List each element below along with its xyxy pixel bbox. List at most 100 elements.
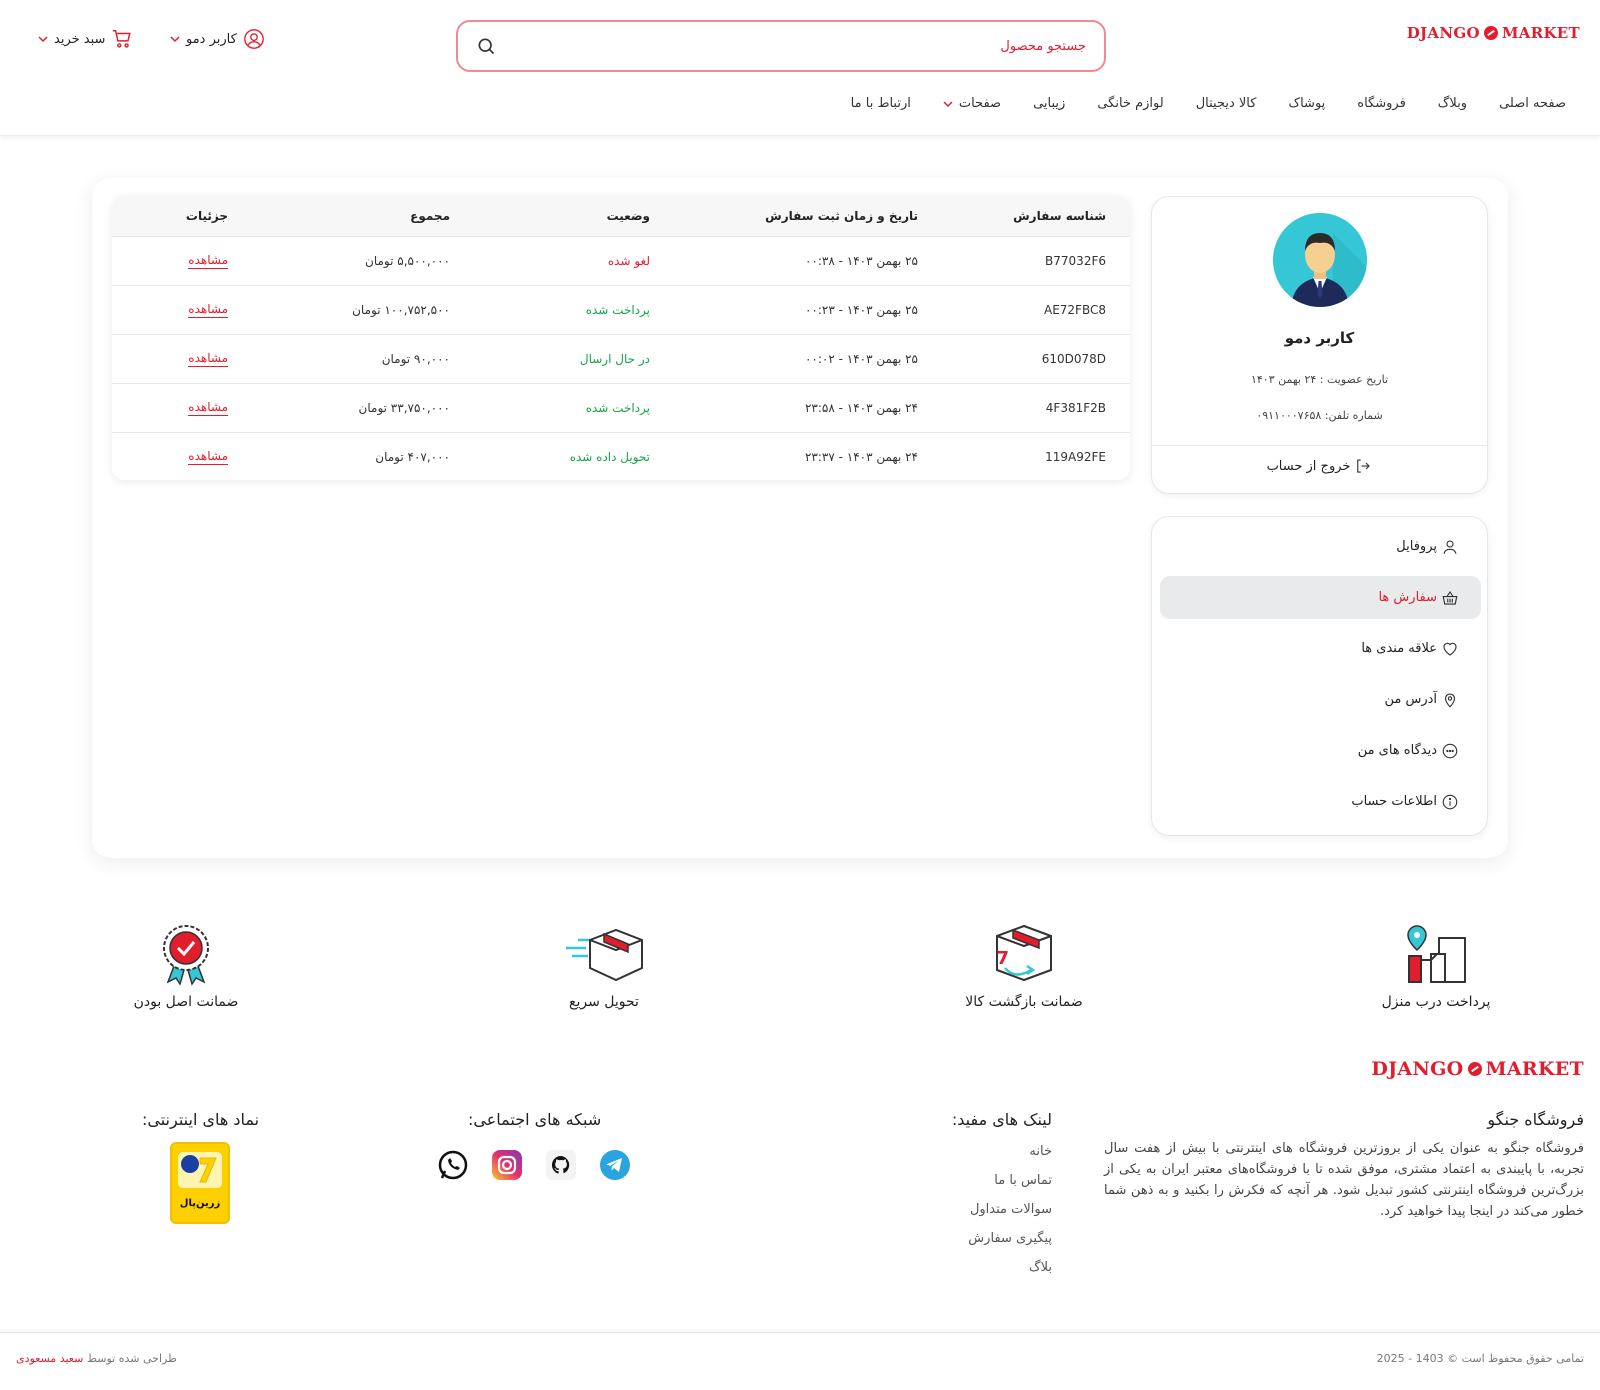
feature-label: ضمانت بازگشت کالا	[965, 994, 1083, 1010]
designer-name-link[interactable]: سعید مسعودی	[16, 1352, 83, 1365]
col-header-details: جزئیات	[185, 209, 228, 223]
logout-label: خروج از حساب	[1266, 458, 1351, 474]
comment-icon	[1442, 743, 1458, 758]
nav-item-clothing[interactable]: پوشاک	[1288, 96, 1325, 111]
order-id: B77032F6	[1045, 254, 1106, 268]
basket-icon	[1442, 590, 1458, 605]
nav-item-shop[interactable]: فروشگاه	[1357, 96, 1406, 111]
phone-number: شماره تلفن: ۰۹۱۱۰۰۰۷۶۵۸	[1256, 409, 1383, 422]
order-date: ۲۵ بهمن ۱۴۰۳ - ۰۰:۰۲	[804, 352, 918, 366]
nav-item-digital[interactable]: کالا دیجیتال	[1196, 96, 1257, 111]
col-header-date: تاریخ و زمان ثبت سفارش	[765, 209, 918, 223]
view-order-link[interactable]: مشاهده	[188, 449, 228, 466]
nav-item-pages[interactable]: صفحات	[943, 96, 1001, 111]
instagram-icon[interactable]	[490, 1148, 524, 1182]
social-title: شبکه های اجتماعی:	[468, 1110, 602, 1129]
cash-on-delivery-icon	[1407, 925, 1466, 983]
table-row: 119A92FE ۲۴ بهمن ۱۴۰۳ - ۲۳:۳۷ تحویل داده…	[112, 432, 1130, 480]
menu-item-wishlist[interactable]: علاقه مندی ها	[1160, 627, 1481, 670]
fast-delivery-icon	[566, 928, 643, 982]
order-status: لغو شده	[607, 254, 650, 268]
order-status: در حال ارسال	[579, 352, 650, 366]
user-circle-icon	[243, 29, 264, 49]
order-id: 610D078D	[1041, 352, 1106, 366]
menu-item-label: پروفایل	[1396, 539, 1437, 554]
search-placeholder: جستجو محصول	[1000, 38, 1086, 54]
order-status: پرداخت شده	[585, 303, 650, 317]
footer-link-home[interactable]: خانه	[968, 1144, 1052, 1159]
order-total: ۵,۵۰۰,۰۰۰ تومان	[365, 254, 450, 268]
menu-item-label: سفارش ها	[1378, 590, 1437, 605]
menu-item-label: اطلاعات حساب	[1351, 794, 1437, 809]
menu-item-address[interactable]: آدرس من	[1160, 678, 1481, 721]
nav-item-beauty[interactable]: زیبایی	[1033, 96, 1065, 111]
zarinpal-badge[interactable]: زرین‌پال	[170, 1142, 230, 1224]
logo-mark-icon	[1483, 26, 1498, 40]
cart-label: سبد خرید	[54, 31, 106, 47]
col-header-id: شناسه سفارش	[1013, 209, 1106, 223]
menu-item-comments[interactable]: دیدگاه های من	[1160, 729, 1481, 772]
menu-item-label: آدرس من	[1384, 692, 1437, 707]
whatsapp-icon[interactable]	[436, 1148, 470, 1182]
logout-button[interactable]: خروج از حساب	[1152, 457, 1487, 475]
chevron-down-icon	[38, 36, 48, 43]
telegram-icon[interactable]	[598, 1148, 632, 1182]
nav-item-home-appliances[interactable]: لوازم خانگی	[1097, 96, 1163, 111]
footer-link-contact[interactable]: تماس با ما	[968, 1173, 1052, 1188]
designer-credit: طراحی شده توسط سعید مسعودی	[16, 1352, 177, 1365]
feature-label: تحویل سریع	[569, 994, 639, 1010]
order-id: 4F381F2B	[1045, 401, 1106, 415]
view-order-link[interactable]: مشاهده	[188, 351, 228, 368]
footer-links: خانه تماس با ما سوالات متداول پیگیری سفا…	[968, 1144, 1052, 1275]
logo-text-left: DJANGO	[1371, 1058, 1464, 1080]
user-icon	[1443, 539, 1457, 554]
view-order-link[interactable]: مشاهده	[188, 253, 228, 270]
footer-link-faq[interactable]: سوالات متداول	[968, 1202, 1052, 1217]
footer-link-order-tracking[interactable]: پیگیری سفارش	[968, 1231, 1052, 1246]
divider	[1152, 445, 1487, 446]
nav-item-home[interactable]: صفحه اصلی	[1499, 96, 1566, 111]
menu-item-profile[interactable]: پروفایل	[1160, 525, 1481, 568]
profile-name: کاربر دمو	[1284, 329, 1355, 347]
account-menu: پروفایل سفارش ها علاقه مندی ها آدرس من د…	[1151, 516, 1488, 836]
cart-icon	[113, 30, 132, 48]
logo-mark-icon	[1467, 1062, 1482, 1076]
feature-cash-on-delivery: پرداخت درب منزل	[1346, 922, 1526, 1010]
about-title: فروشگاه جنگو	[1487, 1110, 1584, 1129]
feature-label: ضمانت اصل بودن	[133, 994, 239, 1010]
nav-item-contact[interactable]: ارتباط با ما	[851, 96, 911, 111]
footer-logo[interactable]: DJANGO MARKET	[1371, 1058, 1584, 1080]
search-icon[interactable]	[476, 36, 496, 56]
authenticity-badge-icon	[163, 925, 209, 986]
credit-prefix: طراحی شده توسط	[86, 1352, 177, 1365]
footer-link-blog[interactable]: بلاگ	[968, 1260, 1052, 1275]
view-order-link[interactable]: مشاهده	[188, 302, 228, 319]
cart-menu[interactable]: سبد خرید	[38, 28, 133, 50]
site-logo[interactable]: DJANGO MARKET	[1407, 24, 1580, 42]
menu-item-orders[interactable]: سفارش ها	[1160, 576, 1481, 619]
order-date: ۲۵ بهمن ۱۴۰۳ - ۰۰:۳۸	[804, 254, 918, 268]
nav-item-blog[interactable]: وبلاگ	[1438, 96, 1467, 111]
search-input[interactable]: جستجو محصول	[456, 20, 1106, 72]
trust-title: نماد های اینترنتی:	[142, 1110, 260, 1129]
col-header-total: مجموع	[410, 209, 450, 223]
logo-text-right: MARKET	[1485, 1058, 1584, 1080]
order-status: تحویل داده شده	[569, 450, 650, 464]
chevron-down-icon	[943, 100, 953, 107]
user-menu[interactable]: کاربر دمو	[170, 28, 265, 50]
view-order-link[interactable]: مشاهده	[188, 400, 228, 417]
social-links	[436, 1148, 632, 1182]
order-total: ۱۰۰,۷۵۲,۵۰۰ تومان	[352, 303, 450, 317]
site-header: DJANGO MARKET جستجو محصول کاربر دمو سبد …	[0, 0, 1600, 136]
table-row: B77032F6 ۲۵ بهمن ۱۴۰۳ - ۰۰:۳۸ لغو شده ۵,…	[112, 236, 1130, 285]
return-box-icon: 7	[996, 924, 1052, 982]
feature-label: پرداخت درب منزل	[1381, 994, 1491, 1010]
order-id: AE72FBC8	[1044, 303, 1106, 317]
menu-item-account-info[interactable]: اطلاعات حساب	[1160, 780, 1481, 823]
github-icon[interactable]	[544, 1148, 578, 1182]
table-row: 4F381F2B ۲۴ بهمن ۱۴۰۳ - ۲۳:۵۸ پرداخت شده…	[112, 383, 1130, 432]
main-nav: صفحه اصلی وبلاگ فروشگاه پوشاک کالا دیجیت…	[851, 96, 1566, 111]
user-label: کاربر دمو	[186, 31, 237, 47]
order-date: ۲۴ بهمن ۱۴۰۳ - ۲۳:۵۸	[804, 401, 918, 415]
logo-text-left: DJANGO	[1406, 24, 1480, 42]
